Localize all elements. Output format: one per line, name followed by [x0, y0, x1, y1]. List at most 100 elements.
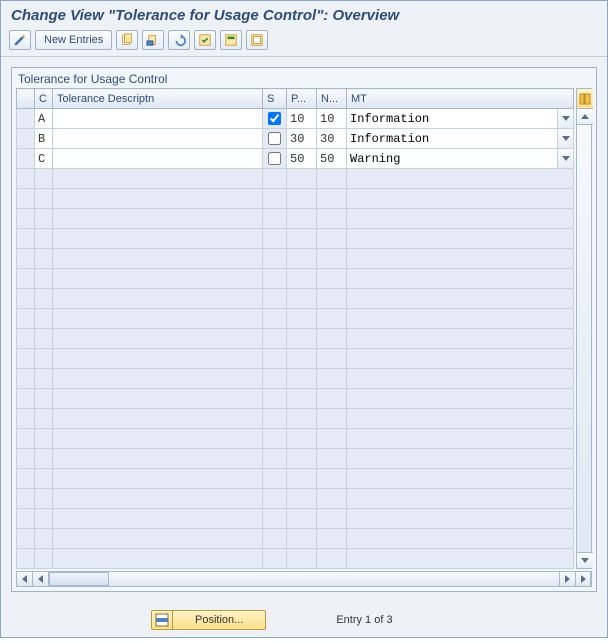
cell-p[interactable]: [287, 129, 316, 148]
row-selector[interactable]: [17, 469, 35, 489]
row-selector[interactable]: [17, 549, 35, 569]
cell-mt[interactable]: [347, 129, 557, 148]
empty-cell: [347, 429, 574, 449]
row-selector[interactable]: [17, 249, 35, 269]
empty-cell: [35, 329, 53, 349]
row-selector[interactable]: [17, 429, 35, 449]
empty-cell: [287, 389, 317, 409]
scroll-right-col-button[interactable]: [559, 572, 575, 586]
empty-cell: [287, 229, 317, 249]
scroll-up-button[interactable]: [577, 109, 593, 125]
cell-c[interactable]: [35, 129, 52, 148]
row-selector[interactable]: [17, 189, 35, 209]
col-c-header[interactable]: C: [35, 89, 53, 109]
scroll-right-button[interactable]: [575, 572, 591, 586]
select-all-button[interactable]: [194, 30, 216, 50]
empty-cell: [53, 309, 263, 329]
cell-mt[interactable]: [347, 109, 557, 128]
cell-s-checkbox[interactable]: [268, 152, 281, 165]
row-selector[interactable]: [17, 389, 35, 409]
panel-container: Tolerance for Usage Control C Tolerance: [1, 57, 607, 602]
empty-cell: [317, 369, 347, 389]
row-selector[interactable]: [17, 109, 35, 129]
cell-p[interactable]: [287, 149, 316, 168]
chevron-down-icon[interactable]: [557, 149, 573, 168]
position-button[interactable]: Position...: [173, 610, 266, 630]
table-row: [17, 509, 574, 529]
cell-c[interactable]: [35, 109, 52, 128]
tolerance-panel: Tolerance for Usage Control C Tolerance: [11, 67, 597, 592]
empty-cell: [287, 189, 317, 209]
cell-s-checkbox[interactable]: [268, 112, 281, 125]
row-selector[interactable]: [17, 289, 35, 309]
configure-columns-button[interactable]: [577, 89, 593, 109]
empty-cell: [287, 549, 317, 569]
empty-cell: [317, 349, 347, 369]
scroll-down-button[interactable]: [577, 552, 593, 568]
empty-cell: [263, 409, 287, 429]
row-selector[interactable]: [17, 529, 35, 549]
row-selector[interactable]: [17, 129, 35, 149]
scroll-thumb[interactable]: [49, 572, 109, 586]
row-selector[interactable]: [17, 509, 35, 529]
select-block-button[interactable]: [220, 30, 242, 50]
row-selector[interactable]: [17, 349, 35, 369]
chevron-down-icon[interactable]: [557, 109, 573, 128]
empty-cell: [53, 289, 263, 309]
cell-desc[interactable]: [53, 149, 262, 168]
row-selector-header[interactable]: [17, 89, 35, 109]
empty-cell: [263, 209, 287, 229]
position-icon-button[interactable]: [151, 610, 173, 630]
empty-cell: [317, 449, 347, 469]
table-row: [17, 389, 574, 409]
row-selector[interactable]: [17, 369, 35, 389]
cell-c[interactable]: [35, 149, 52, 168]
table-row: [17, 109, 574, 129]
table-row: [17, 449, 574, 469]
scroll-left-col-button[interactable]: [33, 572, 49, 586]
new-entries-button[interactable]: New Entries: [35, 30, 112, 50]
row-selector[interactable]: [17, 269, 35, 289]
cell-p[interactable]: [287, 109, 316, 128]
row-selector[interactable]: [17, 209, 35, 229]
empty-cell: [35, 289, 53, 309]
table-row: [17, 349, 574, 369]
col-mt-header[interactable]: MT: [347, 89, 574, 109]
vertical-scrollbar[interactable]: [576, 88, 592, 569]
cell-desc[interactable]: [53, 109, 262, 128]
horizontal-scrollbar[interactable]: [16, 571, 592, 587]
empty-cell: [263, 429, 287, 449]
cell-s-checkbox[interactable]: [268, 132, 281, 145]
deselect-all-button[interactable]: [246, 30, 268, 50]
copy-as-button[interactable]: [116, 30, 138, 50]
empty-cell: [35, 429, 53, 449]
col-p-header[interactable]: P...: [287, 89, 317, 109]
scroll-left-button[interactable]: [17, 572, 33, 586]
cell-n[interactable]: [317, 149, 346, 168]
chevron-down-icon[interactable]: [557, 129, 573, 148]
cell-n[interactable]: [317, 129, 346, 148]
col-n-header[interactable]: N...: [317, 89, 347, 109]
delete-button[interactable]: [142, 30, 164, 50]
cell-mt[interactable]: [347, 149, 557, 168]
empty-cell: [347, 249, 574, 269]
cell-desc[interactable]: [53, 129, 262, 148]
row-selector[interactable]: [17, 149, 35, 169]
empty-cell: [35, 389, 53, 409]
table-row: [17, 489, 574, 509]
row-selector[interactable]: [17, 489, 35, 509]
undo-change-button[interactable]: [168, 30, 190, 50]
cell-n[interactable]: [317, 109, 346, 128]
row-selector[interactable]: [17, 229, 35, 249]
row-selector[interactable]: [17, 169, 35, 189]
col-desc-header[interactable]: Tolerance Descriptn: [53, 89, 263, 109]
toggle-display-change-button[interactable]: [9, 30, 31, 50]
row-selector[interactable]: [17, 449, 35, 469]
empty-cell: [53, 269, 263, 289]
row-selector[interactable]: [17, 329, 35, 349]
col-s-header[interactable]: S: [263, 89, 287, 109]
row-selector[interactable]: [17, 409, 35, 429]
empty-cell: [317, 389, 347, 409]
empty-cell: [317, 549, 347, 569]
row-selector[interactable]: [17, 309, 35, 329]
